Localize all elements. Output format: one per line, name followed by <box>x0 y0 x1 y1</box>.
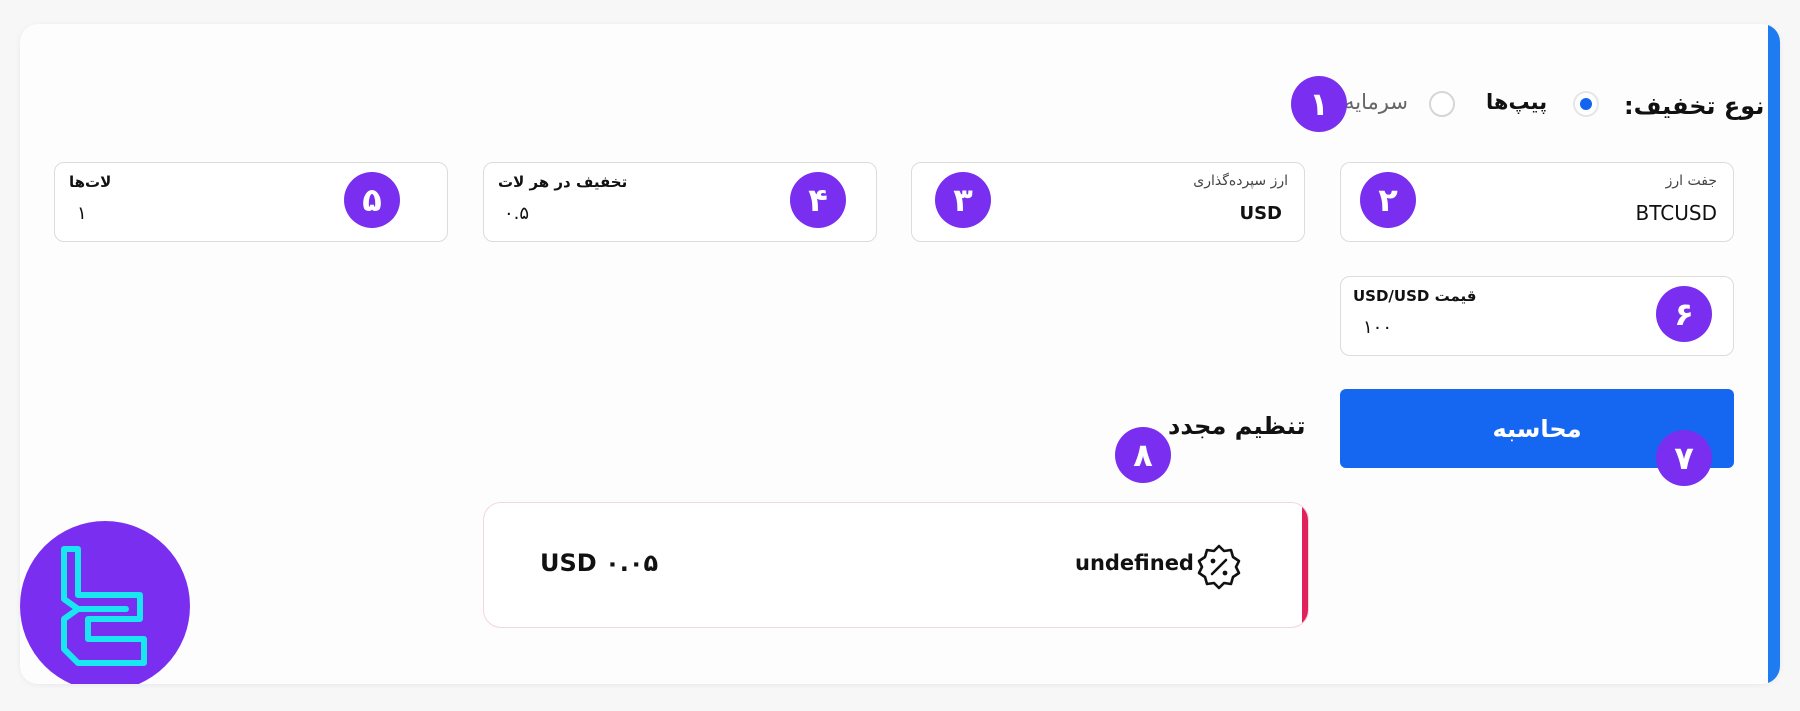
result-card: undefined ۰.۰۵ USD <box>483 502 1309 628</box>
calculator-card: نوع تخفیف: پیپ‌ها سرمایه ۱ جفت ارز BTCUS… <box>20 24 1780 684</box>
badge-6: ۶ <box>1656 286 1712 342</box>
badge-8: ۸ <box>1115 427 1171 483</box>
radio-pips-label[interactable]: پیپ‌ها <box>1486 90 1547 114</box>
badge-1: ۱ <box>1291 76 1347 132</box>
badge-4: ۴ <box>790 172 846 228</box>
discount-per-lot-value: ۰.۵ <box>504 203 530 224</box>
price-label: قیمت USD/USD <box>1353 287 1477 305</box>
currency-pair-value: BTCUSD <box>1635 201 1717 225</box>
lots-value: ۱ <box>77 203 87 224</box>
logo-mark-icon <box>61 546 147 666</box>
tradingfinder-logo <box>20 521 190 684</box>
badge-2: ۲ <box>1360 172 1416 228</box>
reset-button[interactable]: تنظیم مجدد <box>1168 412 1306 440</box>
discount-badge-icon <box>1194 542 1244 592</box>
result-description: undefined <box>1075 551 1194 575</box>
discount-per-lot-label: تخفیف در هر لات <box>498 173 628 191</box>
badge-7: ۷ <box>1656 430 1712 486</box>
radio-capital[interactable] <box>1429 91 1455 117</box>
card-accent-bar <box>1768 24 1780 684</box>
deposit-currency-label: ارز سپرده‌گذاری <box>1193 173 1288 189</box>
badge-3: ۳ <box>935 172 991 228</box>
lots-label: لات‌ها <box>69 173 112 191</box>
radio-pips[interactable] <box>1573 91 1599 117</box>
result-amount: ۰.۰۵ USD <box>540 549 659 577</box>
currency-pair-label: جفت ارز <box>1665 173 1717 189</box>
radio-capital-label[interactable]: سرمایه <box>1344 90 1408 114</box>
price-value: ۱۰۰ <box>1363 317 1393 338</box>
result-accent-bar <box>1302 503 1308 627</box>
discount-type-label: نوع تخفیف: <box>1624 92 1765 120</box>
badge-5: ۵ <box>344 172 400 228</box>
deposit-currency-value: USD <box>1239 203 1282 224</box>
